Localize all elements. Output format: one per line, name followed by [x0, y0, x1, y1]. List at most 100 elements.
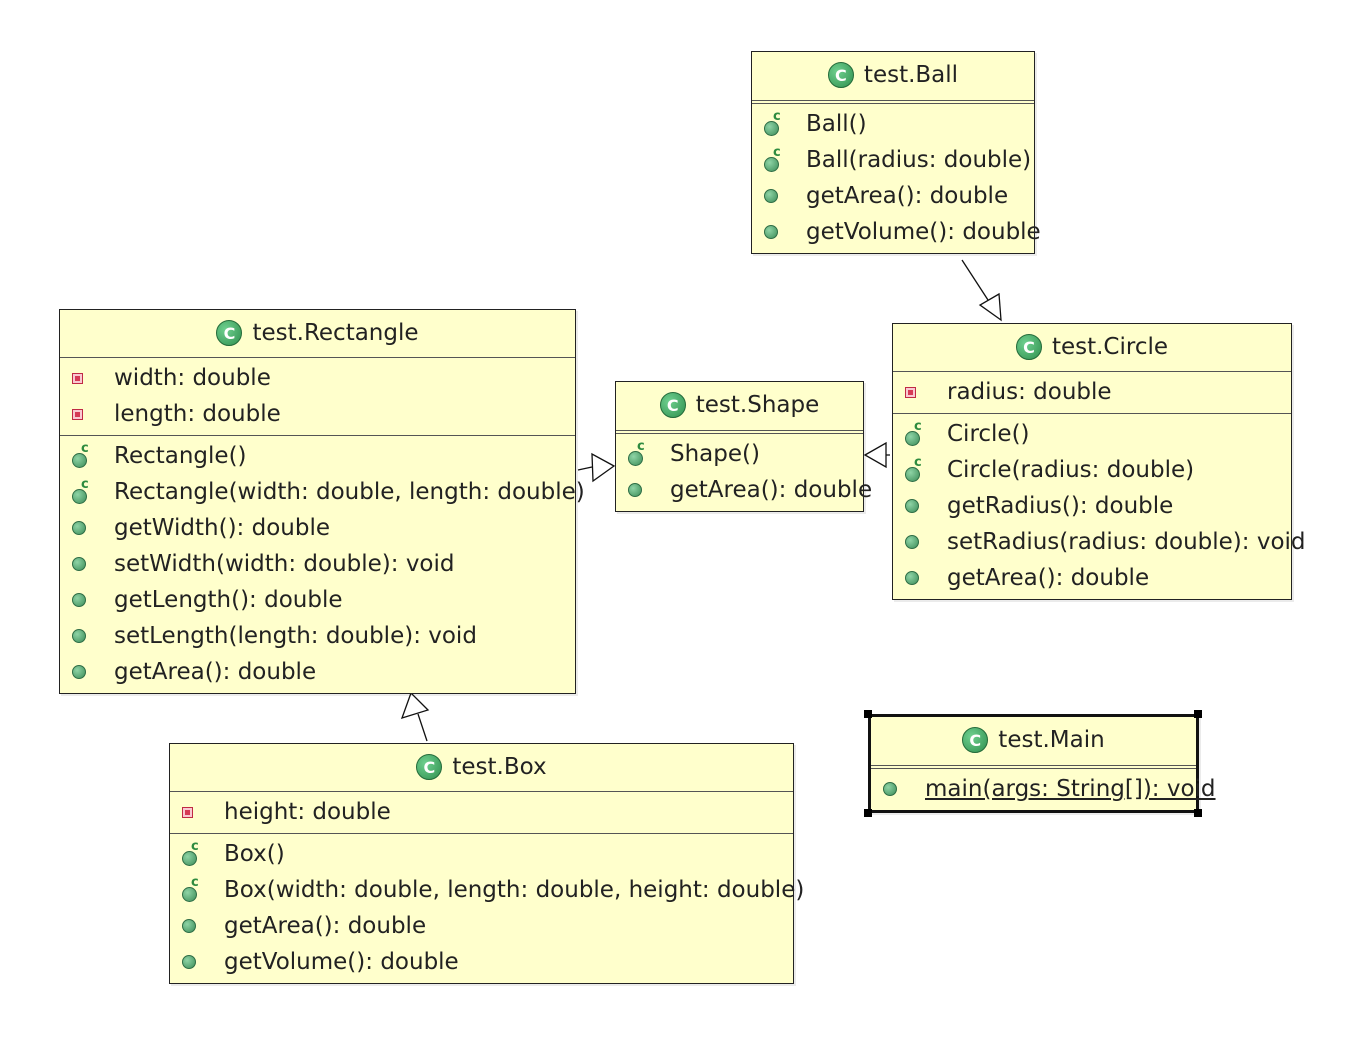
class-icon: C: [827, 62, 854, 88]
member-signature: Shape(): [670, 441, 760, 467]
member-signature: getArea(): double: [114, 659, 317, 685]
generalization-rectangle-shape: [577, 452, 616, 483]
public-method-icon: [72, 665, 86, 679]
method-row[interactable]: main(args: String[]): void: [871, 771, 1216, 807]
generalization-circle-shape: [863, 441, 890, 469]
constructor-row[interactable]: c Rectangle(width: double, length: doubl…: [60, 474, 585, 510]
method-row[interactable]: getArea(): double: [893, 560, 1291, 596]
class-circle[interactable]: C test.Circle radius: double c Circle() …: [892, 323, 1306, 600]
generalization-box-rectangle: [400, 691, 430, 742]
method-row[interactable]: getLength(): double: [60, 582, 575, 618]
public-method-icon: [883, 782, 897, 796]
class-icon: C: [216, 320, 243, 346]
selection-handle[interactable]: [1194, 710, 1202, 718]
class-shape-name: test.Shape: [695, 392, 820, 418]
private-field-icon: [905, 386, 916, 398]
method-row[interactable]: getWidth(): double: [60, 510, 575, 546]
constructor-row[interactable]: c Shape(): [616, 436, 863, 472]
class-circle-methods: c Circle() c Circle(radius: double) getR…: [893, 413, 1306, 599]
class-shape-methods: c Shape() getArea(): double: [616, 434, 872, 511]
field-row[interactable]: radius: double: [893, 374, 1291, 410]
constructor-icon: c: [764, 109, 788, 136]
method-row[interactable]: getRadius(): double: [893, 488, 1291, 524]
constructor-icon: c: [72, 441, 96, 468]
method-row[interactable]: setLength(length: double): void: [60, 618, 575, 654]
member-signature: Box(width: double, length: double, heigh…: [224, 877, 805, 903]
generalization-ball-circle: [961, 259, 1002, 322]
field-row[interactable]: height: double: [170, 794, 793, 830]
member-signature: getWidth(): double: [114, 515, 330, 541]
class-ball[interactable]: C test.Ball c Ball() c Ball(radius: doub…: [751, 51, 1041, 254]
class-main-methods: main(args: String[]): void: [871, 769, 1216, 810]
member-signature: radius: double: [947, 379, 1112, 405]
method-row[interactable]: setWidth(width: double): void: [60, 546, 575, 582]
class-main[interactable]: C test.Main main(args: String[]): void: [868, 714, 1216, 813]
class-shape[interactable]: C test.Shape c Shape() getArea(): double: [615, 381, 872, 512]
constructor-icon: c: [905, 419, 929, 446]
public-method-icon: [72, 629, 86, 643]
member-signature: getVolume(): double: [806, 219, 1041, 245]
member-signature: height: double: [224, 799, 391, 825]
method-row[interactable]: getVolume(): double: [752, 214, 1041, 250]
constructor-row[interactable]: c Circle(radius: double): [893, 452, 1291, 488]
class-ball-name: test.Ball: [863, 62, 959, 88]
member-signature: length: double: [114, 401, 281, 427]
constructor-row[interactable]: c Box(): [170, 836, 793, 872]
constructor-row[interactable]: c Rectangle(): [60, 438, 575, 474]
class-circle-fields: radius: double: [893, 372, 1291, 413]
member-signature: Rectangle(width: double, length: double): [114, 479, 585, 505]
field-row[interactable]: length: double: [60, 396, 575, 432]
member-signature: getArea(): double: [224, 913, 427, 939]
method-row[interactable]: getArea(): double: [60, 654, 575, 690]
private-field-icon: [182, 806, 193, 818]
constructor-row[interactable]: c Ball(): [752, 106, 1034, 142]
class-shape-header: C test.Shape: [616, 382, 863, 434]
member-signature: getArea(): double: [947, 565, 1150, 591]
class-box[interactable]: C test.Box height: double c Box() c Box(…: [169, 743, 804, 984]
member-signature: Circle(radius: double): [947, 457, 1195, 483]
constructor-icon: c: [182, 875, 206, 902]
public-method-icon: [72, 557, 86, 571]
public-method-icon: [628, 483, 642, 497]
method-row[interactable]: getArea(): double: [616, 472, 872, 508]
constructor-icon: c: [182, 839, 206, 866]
class-icon: C: [416, 754, 443, 780]
constructor-icon: c: [905, 455, 929, 482]
constructor-icon: c: [764, 145, 788, 172]
member-signature: Rectangle(): [114, 443, 247, 469]
public-method-icon: [905, 499, 919, 513]
public-method-icon: [905, 571, 919, 585]
class-box-methods: c Box() c Box(width: double, length: dou…: [170, 833, 804, 983]
member-signature: width: double: [114, 365, 271, 391]
constructor-row[interactable]: c Box(width: double, length: double, hei…: [170, 872, 804, 908]
method-row[interactable]: setRadius(radius: double): void: [893, 524, 1306, 560]
method-row[interactable]: getArea(): double: [752, 178, 1034, 214]
class-icon: C: [659, 392, 686, 418]
constructor-icon: c: [628, 439, 652, 466]
class-box-name: test.Box: [452, 754, 547, 780]
method-row[interactable]: getVolume(): double: [170, 944, 793, 980]
class-circle-name: test.Circle: [1051, 334, 1169, 360]
constructor-row[interactable]: c Ball(radius: double): [752, 142, 1034, 178]
selection-handle[interactable]: [1194, 809, 1202, 817]
selection-handle[interactable]: [864, 710, 872, 718]
public-method-icon: [764, 189, 778, 203]
member-signature: setRadius(radius: double): void: [947, 529, 1306, 555]
public-method-icon: [182, 955, 196, 969]
member-signature: main(args: String[]): void: [925, 776, 1216, 802]
class-icon: C: [1015, 334, 1042, 360]
class-ball-methods: c Ball() c Ball(radius: double) getArea(…: [752, 104, 1041, 253]
method-row[interactable]: getArea(): double: [170, 908, 793, 944]
public-method-icon: [182, 919, 196, 933]
class-rectangle-header: C test.Rectangle: [60, 310, 575, 358]
constructor-row[interactable]: c Circle(): [893, 416, 1291, 452]
public-method-icon: [764, 225, 778, 239]
field-row[interactable]: width: double: [60, 360, 575, 396]
member-signature: getVolume(): double: [224, 949, 459, 975]
class-rectangle[interactable]: C test.Rectangle width: double length: d…: [59, 309, 585, 694]
selection-handle[interactable]: [864, 809, 872, 817]
member-signature: getArea(): double: [806, 183, 1009, 209]
diagram-canvas: C test.Ball c Ball() c Ball(radius: doub…: [0, 0, 1357, 1048]
public-method-icon: [72, 521, 86, 535]
class-icon: C: [962, 727, 989, 753]
